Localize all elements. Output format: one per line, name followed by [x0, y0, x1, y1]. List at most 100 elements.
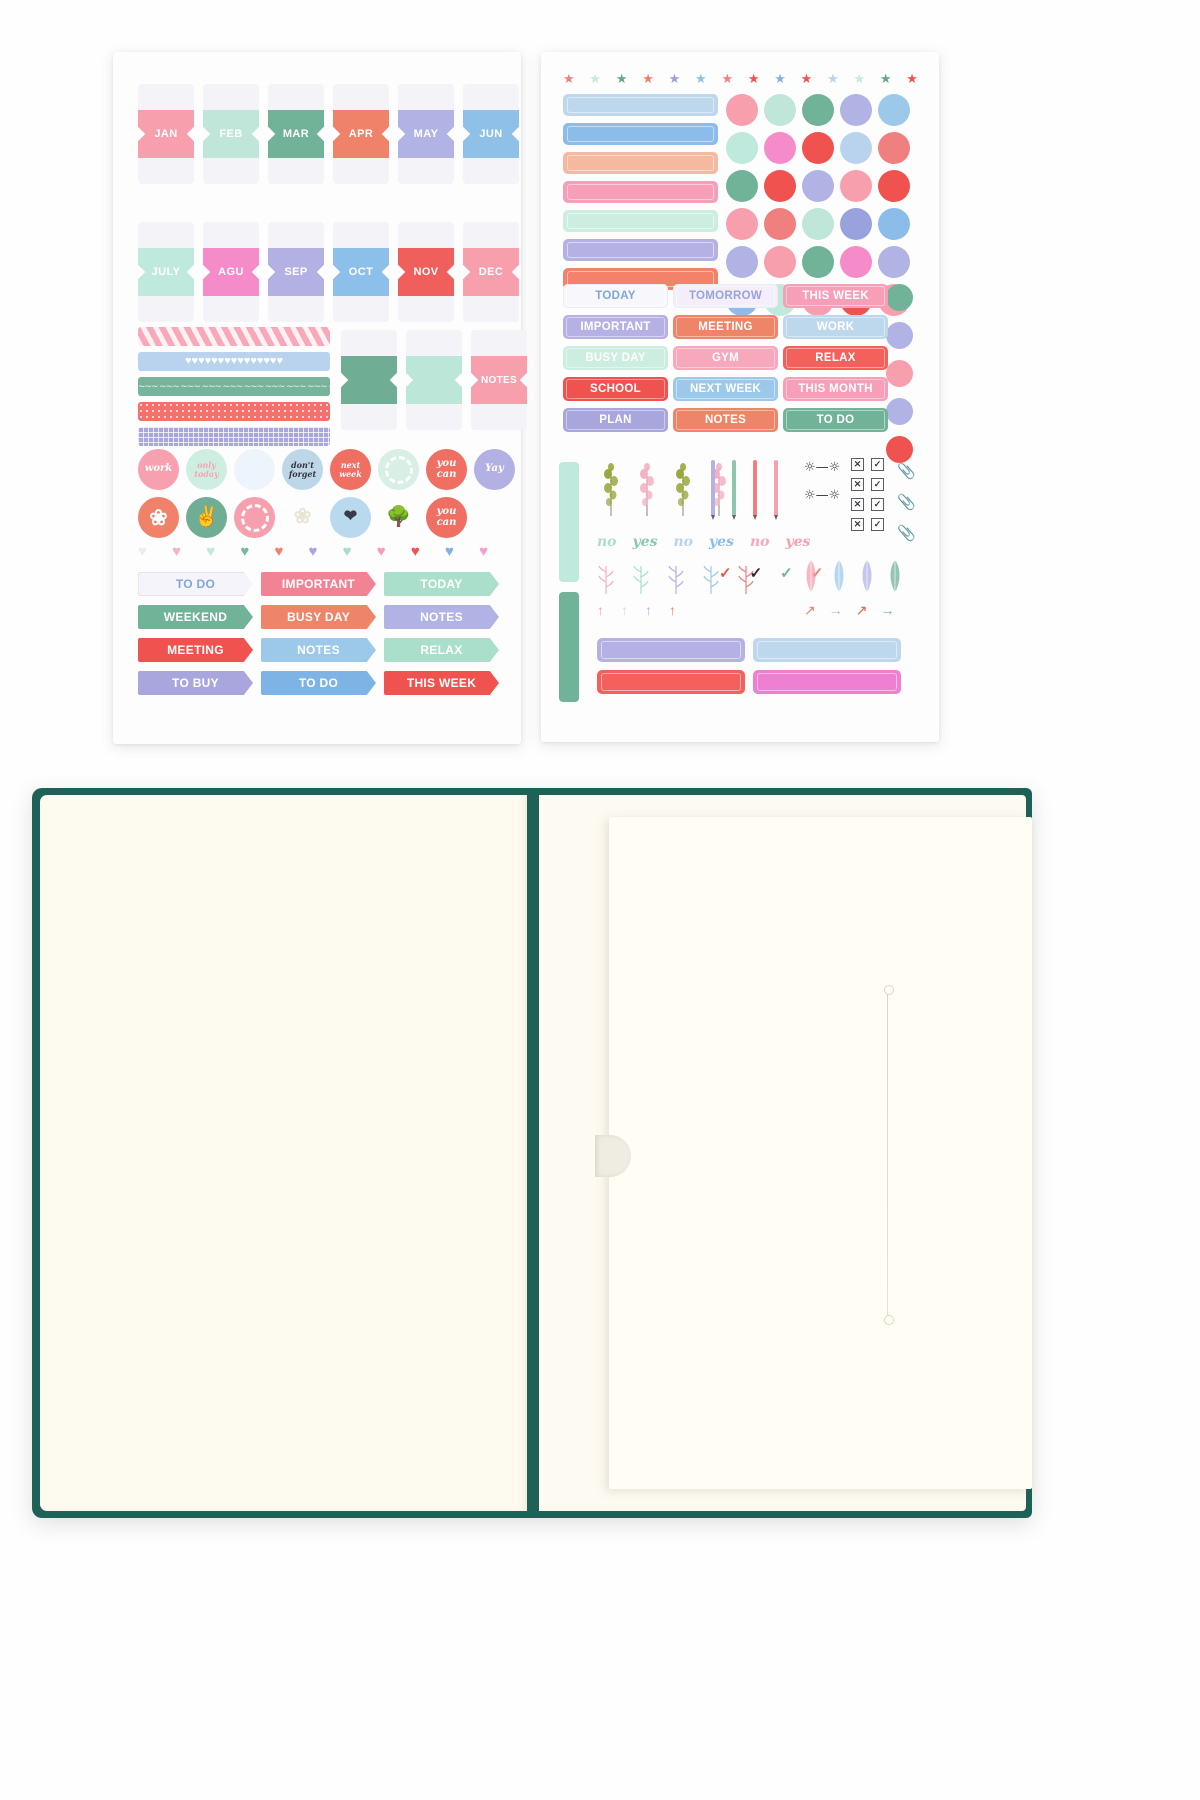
sprig-icon[interactable] — [673, 460, 693, 516]
banner-label-today[interactable]: TODAY — [384, 572, 499, 596]
side-dot-sticker[interactable] — [886, 284, 913, 311]
banner-label-busy-day[interactable]: BUSY DAY — [261, 605, 376, 629]
arrow-up-icon[interactable]: ↑ — [621, 602, 628, 618]
dot-sticker[interactable] — [802, 132, 834, 164]
side-dot-sticker[interactable] — [886, 398, 913, 425]
pill-label-school[interactable]: SCHOOL — [563, 377, 668, 401]
pill-label-tomorrow[interactable]: TOMORROW — [673, 284, 778, 308]
bar-mint[interactable] — [563, 210, 718, 232]
star-sticker[interactable]: ★ — [906, 72, 918, 85]
dot-sticker[interactable] — [764, 246, 796, 278]
circle-sticker-you-can[interactable]: you can — [426, 449, 467, 490]
banner-label-relax[interactable]: RELAX — [384, 638, 499, 662]
bar-peach[interactable] — [563, 152, 718, 174]
coral-dots[interactable] — [138, 402, 330, 421]
month-tab-dec[interactable]: DEC — [463, 222, 519, 322]
script-word-yes[interactable]: yes — [709, 534, 734, 550]
side-dot-sticker[interactable] — [886, 360, 913, 387]
checkbox-x-icon[interactable]: ✕ — [851, 458, 864, 471]
dot-sticker[interactable] — [840, 132, 872, 164]
heart-sticker[interactable]: ♥ — [138, 544, 147, 559]
checkbox-check-icon[interactable]: ✓ — [871, 518, 884, 531]
pill-label-plan[interactable]: PLAN — [563, 408, 668, 432]
dot-sticker[interactable] — [802, 208, 834, 240]
pill-label-this-week[interactable]: THIS WEEK — [783, 284, 888, 308]
banner-label-important[interactable]: IMPORTANT — [261, 572, 376, 596]
dot-sticker[interactable] — [726, 208, 758, 240]
dot-sticker[interactable] — [764, 208, 796, 240]
checkmark-icon[interactable]: ✓ — [750, 564, 763, 582]
heart-sticker[interactable]: ♥ — [377, 544, 386, 559]
feather-icon[interactable] — [832, 560, 846, 597]
star-sticker[interactable]: ★ — [801, 72, 813, 85]
circle-sticker-daisy-flower[interactable]: ❀ — [138, 497, 179, 538]
circle-sticker-heart-burst[interactable]: ❤ — [330, 497, 371, 538]
pink-diagonal-stripe[interactable] — [138, 327, 330, 346]
pill-label-work[interactable]: WORK — [783, 315, 888, 339]
star-sticker[interactable]: ★ — [695, 72, 707, 85]
arrow-up-icon[interactable]: ↑ — [645, 602, 652, 618]
star-sticker[interactable]: ★ — [827, 72, 839, 85]
pill-label-gym[interactable]: GYM — [673, 346, 778, 370]
month-tab-oct[interactable]: OCT — [333, 222, 389, 322]
pill-label-busy-day[interactable]: BUSY DAY — [563, 346, 668, 370]
circle-sticker-only-today[interactable]: only today — [186, 449, 227, 490]
pill-label-meeting[interactable]: MEETING — [673, 315, 778, 339]
script-word-yes[interactable]: yes — [785, 534, 810, 550]
arrow-icon[interactable]: ↗ — [856, 602, 868, 619]
side-dot-sticker[interactable] — [886, 436, 913, 463]
checkbox-check-icon[interactable]: ✓ — [871, 498, 884, 511]
dot-sticker[interactable] — [802, 246, 834, 278]
dot-sticker[interactable] — [878, 246, 910, 278]
circle-sticker[interactable] — [234, 497, 275, 538]
bar-pink[interactable] — [563, 181, 718, 203]
pill-label-important[interactable]: IMPORTANT — [563, 315, 668, 339]
dot-sticker[interactable] — [840, 208, 872, 240]
pill-label-next-week[interactable]: NEXT WEEK — [673, 377, 778, 401]
bar-lavender[interactable] — [563, 239, 718, 261]
star-sticker[interactable]: ★ — [669, 72, 681, 85]
dot-sticker[interactable] — [764, 132, 796, 164]
pencil-icon[interactable] — [774, 460, 778, 516]
month-tab-mar[interactable]: MAR — [268, 84, 324, 184]
dot-sticker[interactable] — [878, 132, 910, 164]
script-word-no[interactable]: no — [597, 534, 617, 550]
vertical-bar-green[interactable] — [559, 592, 579, 702]
checkmark-icon[interactable]: ✓ — [719, 564, 732, 582]
banner-label-notes[interactable]: NOTES — [261, 638, 376, 662]
checkbox-check-icon[interactable]: ✓ — [871, 478, 884, 491]
branch-icon[interactable] — [702, 564, 720, 599]
script-word-no[interactable]: no — [673, 534, 693, 550]
bar-pink[interactable] — [753, 670, 901, 694]
loose-page[interactable] — [609, 817, 1032, 1489]
feather-icon[interactable] — [888, 560, 902, 597]
paperclip-icon[interactable]: 📎 — [897, 462, 916, 480]
dot-sticker[interactable] — [764, 170, 796, 202]
circle-sticker-next-week[interactable]: next week — [330, 449, 371, 490]
feather-icon[interactable] — [860, 560, 874, 597]
bar-light-blue[interactable] — [563, 94, 718, 116]
heart-sticker[interactable]: ♥ — [206, 544, 215, 559]
checkmark-icon[interactable]: ✓ — [780, 564, 793, 582]
month-tab-nov[interactable]: NOV — [398, 222, 454, 322]
star-sticker[interactable]: ★ — [748, 72, 760, 85]
dot-sticker[interactable] — [840, 170, 872, 202]
dot-sticker[interactable] — [802, 170, 834, 202]
paperclip-icon[interactable]: 📎 — [897, 524, 916, 542]
banner-label-notes[interactable]: NOTES — [384, 605, 499, 629]
circle-sticker[interactable] — [378, 449, 419, 490]
star-sticker[interactable]: ★ — [589, 72, 601, 85]
checkbox-x-icon[interactable]: ✕ — [851, 478, 864, 491]
circle-sticker-daisy-small[interactable]: ❀ — [282, 497, 323, 538]
heart-sticker[interactable]: ♥ — [445, 544, 454, 559]
circle-sticker-peace-hand[interactable]: ✌ — [186, 497, 227, 538]
month-tab-july[interactable]: JULY — [138, 222, 194, 322]
banner-label-weekend[interactable]: WEEKEND — [138, 605, 253, 629]
month-tab-agu[interactable]: AGU — [203, 222, 259, 322]
banner-label-to-do[interactable]: TO DO — [261, 671, 376, 695]
checkbox-x-icon[interactable]: ✕ — [851, 518, 864, 531]
vertical-bar-mint[interactable] — [559, 462, 579, 582]
dot-sticker[interactable] — [726, 246, 758, 278]
notebook-page-right[interactable] — [539, 795, 1032, 1511]
banner-label-meeting[interactable]: MEETING — [138, 638, 253, 662]
